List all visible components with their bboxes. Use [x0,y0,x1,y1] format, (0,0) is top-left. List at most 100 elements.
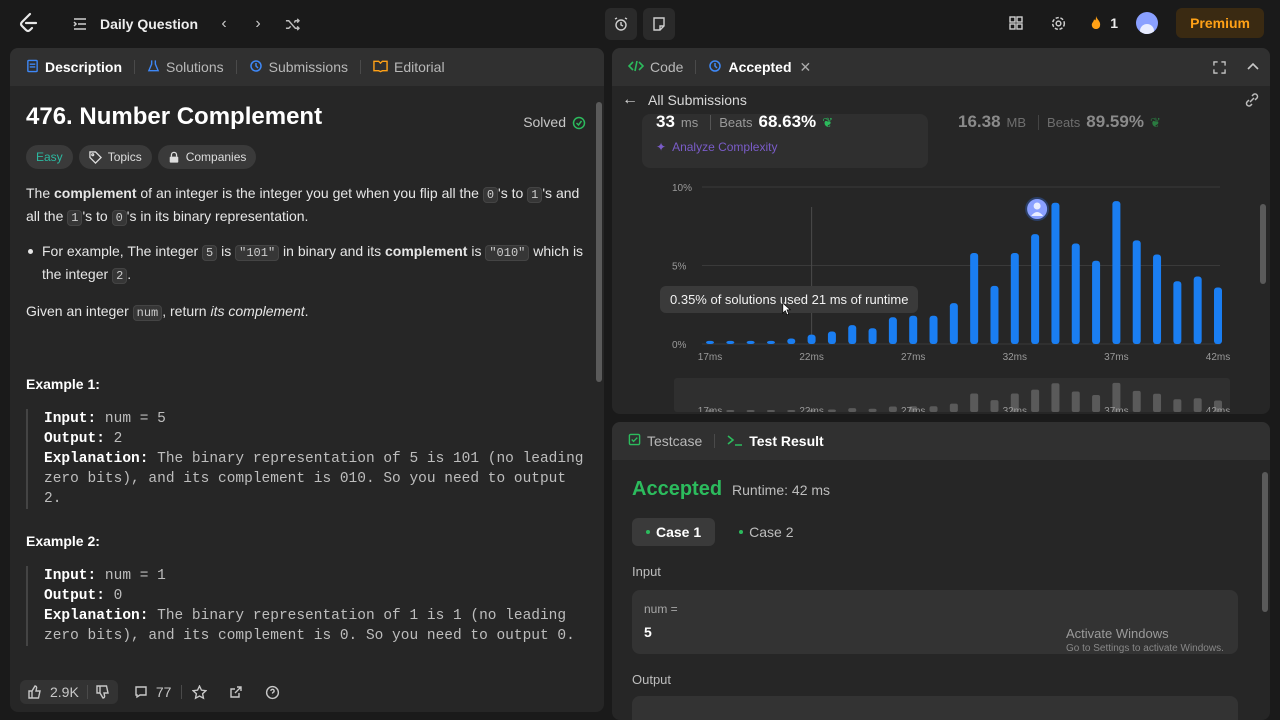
scrollbar-thumb[interactable] [596,102,602,382]
avatar-head [1033,202,1041,210]
example-2-title: Example 2: [26,533,100,549]
inline-code: 1 [527,187,543,203]
link-icon[interactable] [1244,92,1260,108]
problem-list-icon [68,12,92,36]
runtime-bar [1153,254,1162,344]
bold-text: complement [54,185,137,201]
comments-button[interactable]: 77 [134,684,171,700]
text: is [467,243,486,259]
tab-solutions[interactable]: Solutions [141,59,230,76]
overview-bar [746,410,755,412]
top-bar: Daily Question ‹ › 1 Premium [0,0,1280,48]
tab-divider [714,434,716,448]
beats-label: Beats [710,115,753,130]
tab-description-label: Description [45,59,123,75]
overview-bar [868,408,877,412]
memory-unit: MB [1006,115,1027,130]
scrollbar-thumb[interactable] [1260,204,1266,284]
topics-label: Topics [107,149,142,164]
input-label: Input: [44,568,97,584]
companies-chip[interactable]: Companies [157,145,257,169]
inline-code: 2 [112,268,128,284]
description-scrollbar[interactable] [596,98,602,708]
prev-problem-icon[interactable]: ‹ [212,12,236,36]
watermark-subtitle: Go to Settings to activate Windows. [1066,643,1224,654]
submission-scrollbar[interactable] [1260,154,1266,410]
collapse-chevron-icon[interactable] [1246,60,1260,74]
runtime-bar [1071,243,1080,344]
runtime-unit: ms [680,115,699,130]
tab-testcase[interactable]: Testcase [622,433,708,449]
problem-task: Given an integer num, return its complem… [26,301,586,324]
notes-button[interactable] [643,8,675,40]
case-1-tab[interactable]: Case 1 [632,518,716,546]
inline-code: 0 [111,210,127,226]
layout-grid-icon[interactable] [1004,11,1028,35]
analyze-complexity-button[interactable]: ✦ Analyze Complexity [656,140,777,154]
text: For example, The integer [42,243,203,259]
like-button[interactable]: 2.9K [28,684,79,700]
text: 's in its binary representation. [126,208,309,224]
shuffle-icon[interactable] [280,12,304,36]
problem-paragraph: The complement of an integer is the inte… [26,183,586,229]
input-label: Input: [44,411,97,427]
history-icon [708,59,722,76]
settings-gear-icon[interactable] [1046,11,1070,35]
back-arrow-icon[interactable]: ← [622,91,638,109]
daily-question-nav[interactable]: Daily Question [68,12,198,36]
timer-button[interactable] [605,8,637,40]
thumbs-down-icon[interactable] [96,685,110,699]
beats-label: Beats [1038,115,1080,130]
difficulty-badge: Easy [26,145,73,169]
explanation-label: Explanation: [44,608,149,624]
check-circle-icon [572,116,586,129]
share-icon[interactable] [229,685,243,699]
memory-beats: 89.59% [1086,112,1144,131]
runtime-bar [746,340,755,344]
runtime-bar [1010,252,1019,344]
runtime-bar [848,325,857,344]
leetcode-logo-icon[interactable] [16,11,42,37]
help-circle-icon[interactable] [265,685,280,700]
runtime-bar [970,252,979,344]
problem-description: 476. Number Complement Solved Easy Topic… [26,98,586,646]
y-tick-label: 0% [672,340,687,351]
streak-counter[interactable]: 1 [1088,14,1118,32]
test-scrollbar[interactable] [1262,462,1268,712]
runtime-bar [1112,201,1121,344]
maximize-icon[interactable] [1213,60,1226,74]
solved-status: Solved [523,112,586,133]
all-submissions-link[interactable]: All Submissions [648,92,747,108]
tab-editorial[interactable]: Editorial [367,59,451,76]
output-box [632,696,1238,720]
overview-bar [1092,395,1101,412]
premium-button[interactable]: Premium [1176,8,1264,38]
runtime-bar [1173,281,1182,344]
test-result-panel: Testcase Test Result Accepted Runtime: 4… [612,422,1270,720]
text: , return [162,303,211,319]
example-2-block: Input: num = 1 Output: 0 Explanation: Th… [26,566,586,646]
tab-accepted[interactable]: Accepted ✕ [702,59,817,76]
next-problem-icon[interactable]: › [246,12,270,36]
star-icon[interactable] [192,684,208,700]
case-2-tab[interactable]: Case 2 [725,518,807,546]
tab-divider [359,60,361,74]
text: . [127,266,132,282]
description-panel: Description Solutions Submissions Editor… [10,48,604,712]
overview-bar [766,410,775,412]
topics-chip[interactable]: Topics [78,145,152,169]
vote-box: 2.9K [20,680,118,704]
history-icon [249,59,263,76]
example-1-title: Example 1: [26,376,100,392]
memory-value: 16.38 [958,112,1001,131]
tab-submissions[interactable]: Submissions [243,59,354,76]
scrollbar-thumb[interactable] [1262,472,1268,612]
user-avatar[interactable] [1136,12,1159,34]
tab-code[interactable]: Code [622,59,689,76]
tab-description[interactable]: Description [20,59,128,76]
overview-tick-label: 42ms [1206,406,1230,412]
bold-text: complement [385,243,468,259]
code-icon [627,59,645,76]
tab-test-result[interactable]: Test Result [721,433,829,450]
close-tab-icon[interactable]: ✕ [800,59,812,76]
